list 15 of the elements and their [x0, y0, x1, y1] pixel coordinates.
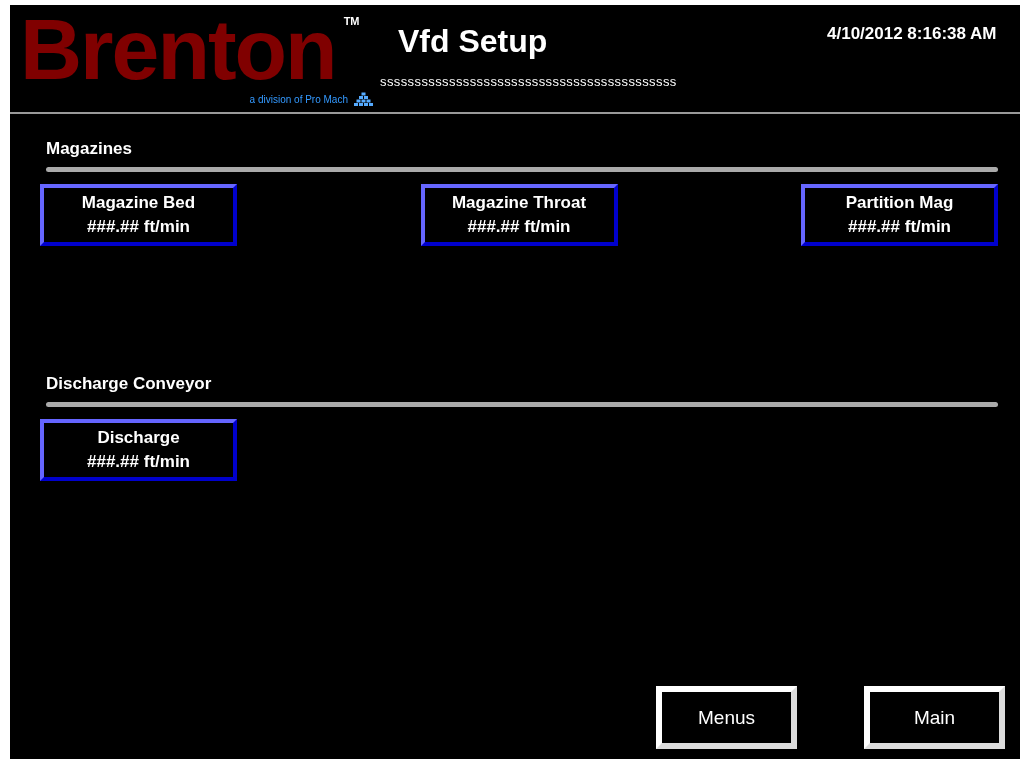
speed-button[interactable]: Magazine Throat ###.## ft/min — [420, 184, 618, 246]
date-time: 4/10/2012 8:16:38 AM — [827, 24, 997, 44]
speed-button[interactable]: Magazine Bed ###.## ft/min — [40, 184, 237, 246]
brand-logo: Brenton — [20, 9, 336, 89]
diamond-grid-icon — [352, 91, 374, 107]
status-text: sssssssssssssssssssssssssssssssssssssssssss — [380, 74, 677, 89]
speed-button[interactable]: Discharge ###.## ft/min — [40, 419, 237, 481]
nav-button[interactable]: Main — [864, 686, 1005, 749]
nav-button[interactable]: Menus — [656, 686, 797, 749]
section-title: Magazines — [46, 139, 132, 159]
section-title: Discharge Conveyor — [46, 374, 212, 394]
screen-title: Vfd Setup — [398, 23, 548, 60]
logo-tagline: a division of Pro Mach — [249, 93, 348, 105]
speed-button[interactable]: Partition Mag ###.## ft/min — [801, 184, 998, 246]
trademark: TM — [343, 15, 360, 27]
